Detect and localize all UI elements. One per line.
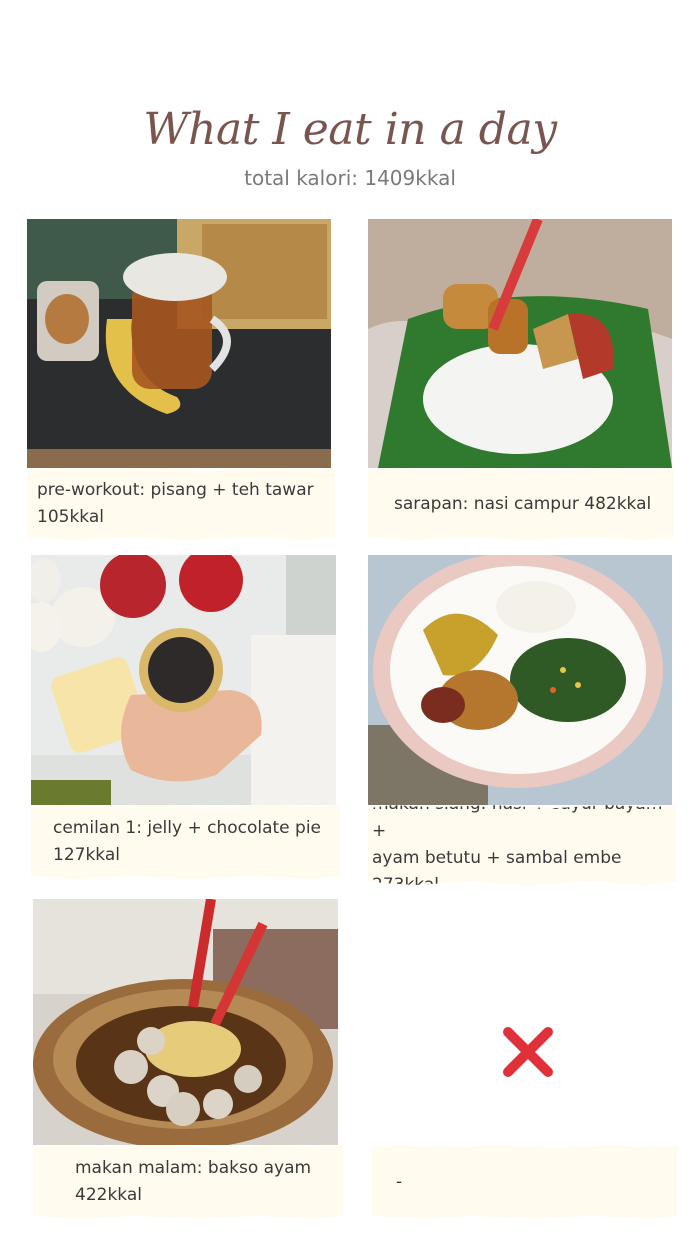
total-calories: total kalori: 1409kkal <box>244 166 456 190</box>
meal-caption: makan malam: bakso ayam 422kkal <box>33 1145 343 1219</box>
banana-and-tea-photo <box>27 219 331 468</box>
meal-caption: cemilan 1: jelly + chocolate pie 127kkal <box>31 805 340 879</box>
meal-caption: sarapan: nasi campur 482kkal <box>368 468 674 540</box>
cross-mark-icon <box>500 1024 556 1080</box>
meal-caption: - <box>372 1145 678 1219</box>
jelly-and-pie-photo <box>31 555 336 805</box>
page-title: What I eat in a day <box>143 104 557 155</box>
lunch-plate-photo <box>368 555 672 805</box>
meal-caption: makan siang: nasi + sayur bayam + ayam b… <box>368 805 676 885</box>
bakso-bowl-photo <box>33 899 338 1145</box>
meal-caption: pre-workout: pisang + teh tawar 105kkal <box>27 468 335 540</box>
nasi-campur-photo <box>368 219 672 468</box>
